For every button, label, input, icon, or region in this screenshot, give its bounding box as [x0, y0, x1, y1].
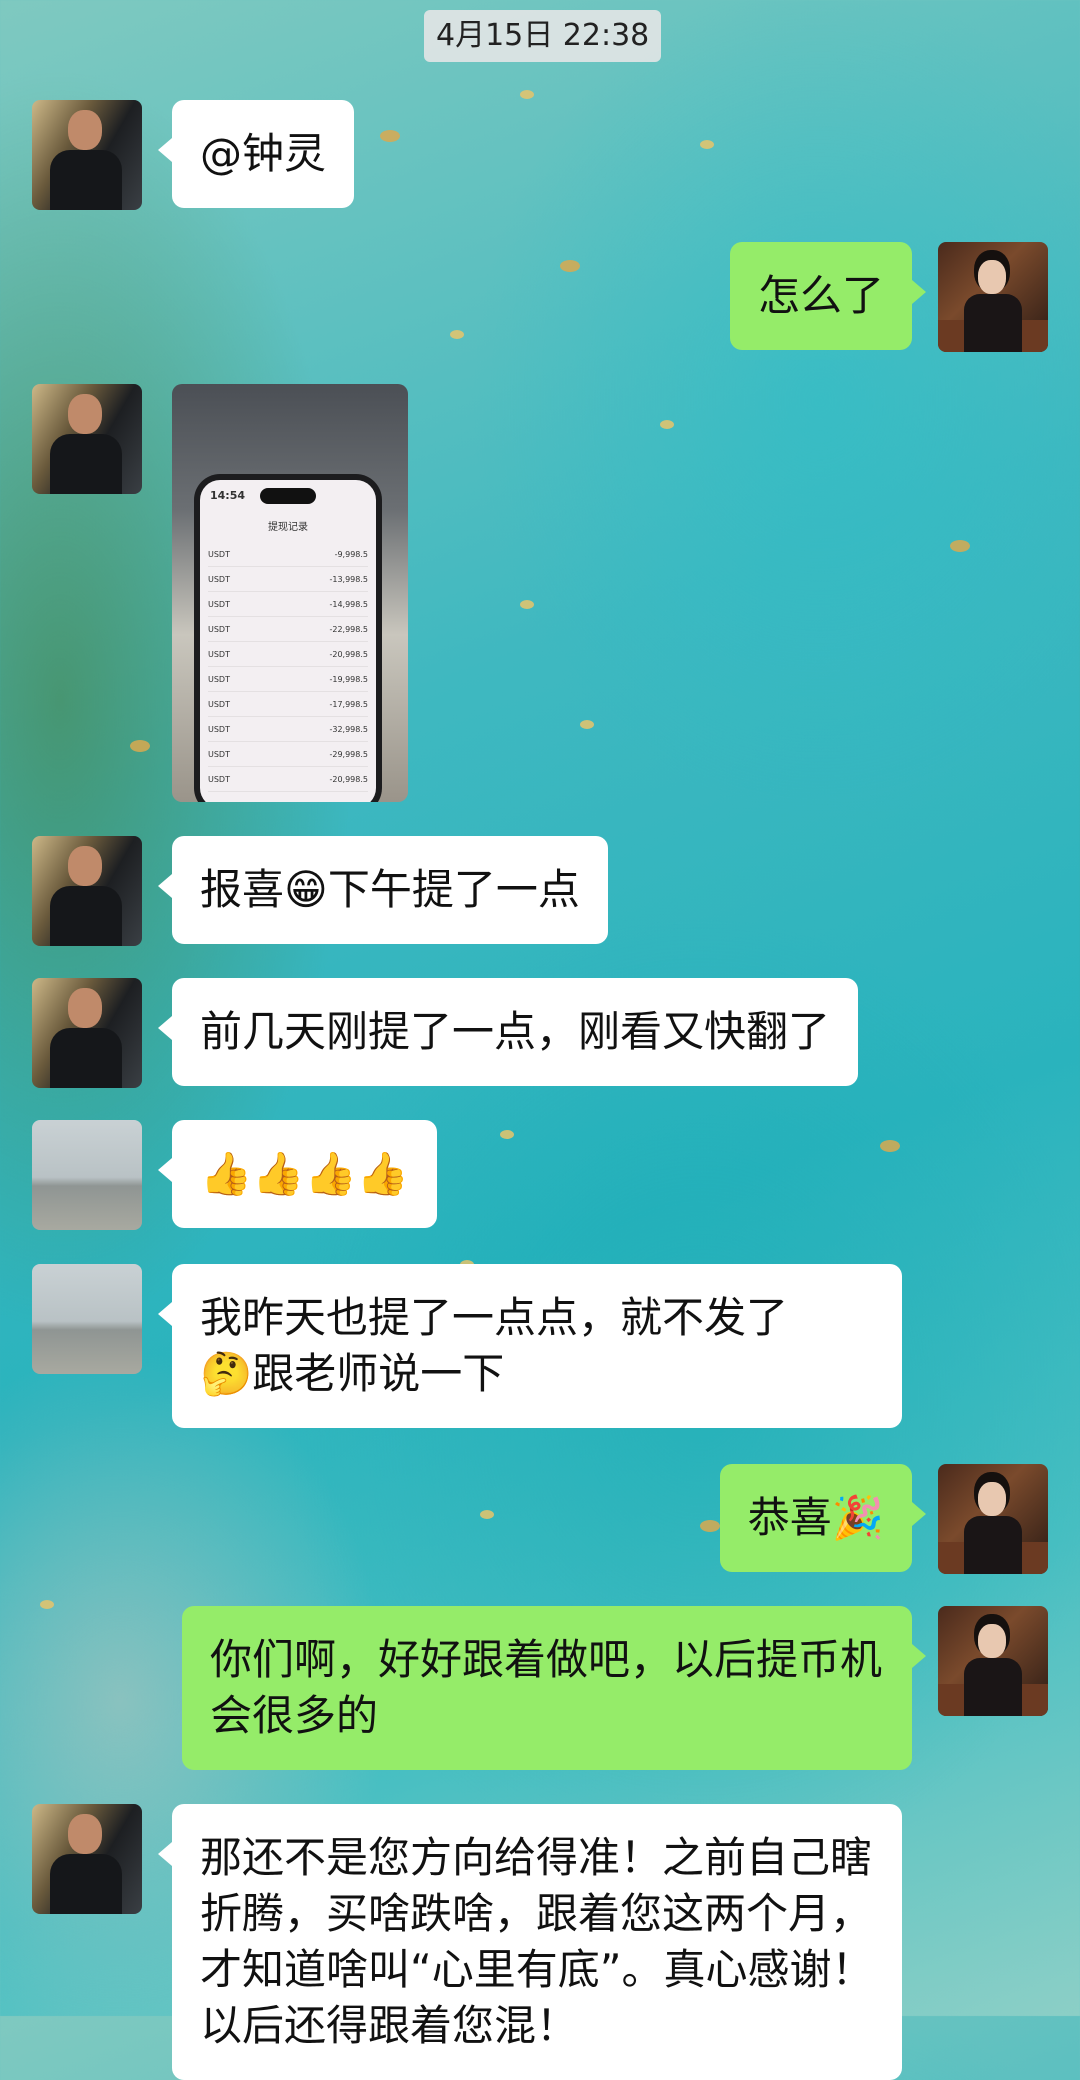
avatar-woman[interactable]: [938, 242, 1048, 352]
message-bubble-incoming[interactable]: 报喜😁下午提了一点: [158, 836, 608, 944]
message-bubble-incoming[interactable]: 前几天刚提了一点，刚看又快翻了: [157, 978, 859, 1086]
avatar-man[interactable]: [32, 384, 142, 494]
phone-in-photo: 14:54 提现记录 USDT -9,998.5 USDT -13,998.5 US…: [194, 474, 382, 802]
avatar-woman[interactable]: [938, 1464, 1048, 1574]
withdrawal-record: USDT -22,998.5: [208, 617, 368, 642]
phone-screen-title: 提现记录: [268, 522, 308, 533]
thinking-emoji-icon: 🤔: [200, 1349, 253, 1398]
avatar-man[interactable]: [32, 100, 142, 210]
message-bubble-incoming[interactable]: 👍👍👍👍: [157, 1120, 438, 1228]
avatar-landscape[interactable]: [32, 1264, 142, 1374]
chat-timestamp: 4月15日 22:38: [424, 10, 662, 62]
withdrawal-record: USDT -32,998.5: [208, 717, 368, 742]
message-bubble-outgoing[interactable]: 怎么了: [729, 242, 927, 350]
message-bubble-incoming[interactable]: 那还不是您方向给得准！之前自己瞎折腾，买啥跌啥，跟着您这两个月，才知道啥叫“心里…: [158, 1804, 902, 2080]
withdrawal-record: USDT -20,998.5: [208, 767, 368, 792]
message-bubble-incoming[interactable]: @钟灵: [157, 100, 355, 208]
grin-emoji-icon: 😁: [284, 865, 328, 914]
avatar-man[interactable]: [32, 1804, 142, 1914]
withdrawal-record: USDT -14,998.5: [208, 592, 368, 617]
withdrawal-record-list: USDT -9,998.5 USDT -13,998.5 USDT -14,998.5…: [208, 542, 368, 792]
withdrawal-record: USDT -29,998.5: [208, 742, 368, 767]
phone-status-time: 14:54: [210, 489, 246, 502]
phone-screen: 14:54 提现记录 USDT -9,998.5 USDT -13,998.5 US…: [200, 480, 376, 802]
withdrawal-record: USDT -9,998.5: [208, 542, 368, 567]
withdrawal-record: USDT -13,998.5: [208, 567, 368, 592]
withdrawal-record: USDT -20,998.5: [208, 642, 368, 667]
message-image-withdrawal-screenshot[interactable]: 14:54 提现记录 USDT -9,998.5 USDT -13,998.5 US…: [172, 384, 408, 802]
party-popper-emoji-icon: 🎉: [831, 1493, 884, 1542]
avatar-landscape[interactable]: [32, 1120, 142, 1230]
avatar-woman[interactable]: [938, 1606, 1048, 1716]
avatar-man[interactable]: [32, 978, 142, 1088]
withdrawal-record: USDT -19,998.5: [208, 667, 368, 692]
avatar-man[interactable]: [32, 836, 142, 946]
message-bubble-incoming[interactable]: 我昨天也提了一点点，就不发了 🤔跟老师说一下: [158, 1264, 902, 1428]
message-bubble-outgoing[interactable]: 你们啊，好好跟着做吧，以后提币机会很多的: [182, 1606, 926, 1770]
message-bubble-outgoing[interactable]: 恭喜🎉: [719, 1464, 927, 1572]
withdrawal-record: USDT -17,998.5: [208, 692, 368, 717]
